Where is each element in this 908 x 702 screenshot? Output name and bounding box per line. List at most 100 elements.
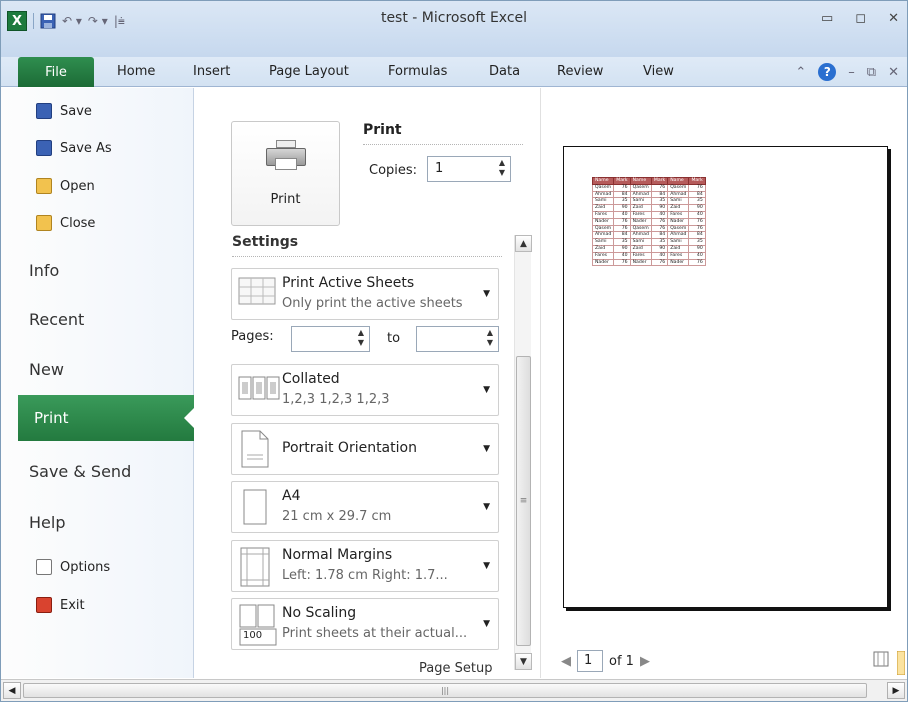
page-setup-link[interactable]: Page Setup [419,661,492,676]
preview-name-cell: Fares [629,210,652,219]
preview-mark-cell: 90 [613,204,631,212]
preview-page: Name Mark Name Mark Name Mark Qasem 76 Qasem 76 Q… [563,146,888,608]
nav-new[interactable]: New [29,360,64,379]
preview-name-cell: Nader [591,258,615,267]
collation-title: Collated [282,371,340,387]
tab-review[interactable]: Review [557,64,603,79]
spinner-arrows-icon[interactable]: ▲ ▼ [499,158,505,178]
print-what-dropdown[interactable]: Print Active Sheets Only print the activ… [231,268,499,320]
scaling-subtitle: Print sheets at their actual... [282,626,468,641]
tab-view[interactable]: View [643,64,674,79]
maximize-icon[interactable]: ◻ [855,11,866,26]
tab-insert[interactable]: Insert [193,64,230,79]
pages-to-input[interactable]: ▲ ▼ [416,326,499,352]
settings-scrollbar[interactable]: ▲ ≡ ▼ [514,235,532,670]
horizontal-scrollbar[interactable]: ◀ ||| ▶ [1,679,907,701]
margins-icon [240,547,270,587]
help-icon[interactable]: ? [818,63,837,81]
nav-exit-label: Exit [60,597,85,613]
window-title: test - Microsoft Excel [380,10,528,26]
close-icon[interactable]: ✕ [888,11,899,26]
print-settings-pane: Print Print Copies: 1 ▲ ▼ Settings Print … [195,88,539,678]
preview-table-row: Fares 40 Fares 40 Fares 40 [591,251,706,260]
minimize-icon[interactable]: ▭ [821,11,833,26]
tab-data[interactable]: Data [489,64,520,79]
next-page-icon[interactable]: ▶ [640,654,650,669]
current-page-input[interactable]: 1 [577,650,603,672]
margins-title: Normal Margins [282,547,393,563]
preview-mark-cell: 40 [650,210,669,219]
preview-mark-cell: 76 [613,224,631,233]
preview-mark-cell: 76 [613,258,631,267]
print-heading: Print [363,122,402,138]
preview-header-cell: Name [591,177,615,185]
scroll-up-icon[interactable]: ▲ [515,235,532,252]
tab-page-layout[interactable]: Page Layout [269,64,349,79]
scroll-right-icon[interactable]: ▶ [887,682,905,699]
scaling-title: No Scaling [282,605,357,621]
preview-name-cell: Fares [629,251,652,260]
preview-name-cell: Qasem [629,183,652,192]
scroll-down-icon[interactable]: ▼ [515,653,532,670]
show-margins-icon[interactable] [873,651,889,667]
nav-options[interactable]: Options [36,559,110,575]
nav-open[interactable]: Open [36,178,95,194]
preview-name-cell: Qasem [667,224,690,233]
scroll-left-icon[interactable]: ◀ [3,682,21,699]
chevron-down-icon: ▼ [483,444,490,454]
preview-mark-cell: 76 [650,217,669,226]
nav-recent[interactable]: Recent [29,310,84,329]
print-button[interactable]: Print [231,121,340,226]
nav-info[interactable]: Info [29,261,59,280]
preview-table-row: Zaid 90 Zaid 90 Zaid 90 [591,204,706,212]
preview-mark-cell: 35 [650,238,669,246]
pages-from-input[interactable]: ▲ ▼ [291,326,370,352]
preview-mark-cell: 76 [650,183,669,192]
preview-mark-cell: 90 [688,204,706,212]
tab-file[interactable]: File [18,57,94,87]
save-icon [36,103,52,119]
print-preview-pane: Name Mark Name Mark Name Mark Qasem 76 Qasem 76 Q… [540,88,907,678]
nav-print[interactable]: Print [18,395,194,441]
tab-formulas[interactable]: Formulas [388,64,447,79]
collation-dropdown[interactable]: Collated 1,2,3 1,2,3 1,2,3 ▼ [231,364,499,416]
minimize-ribbon-icon[interactable]: ⌃ [795,65,806,80]
preview-name-cell: Sami [667,197,690,206]
nav-save[interactable]: Save [36,103,92,119]
preview-name-cell: Fares [667,210,690,219]
nav-print-label: Print [34,409,69,427]
preview-mark-cell: 84 [688,231,706,240]
prev-page-icon[interactable]: ◀ [561,654,571,669]
scaling-dropdown[interactable]: 100 No Scaling Print sheets at their act… [231,598,499,650]
preview-table-row: Ahmad 84 Ahmad 84 Ahmad 84 [591,231,706,240]
nav-save-send[interactable]: Save & Send [29,462,131,481]
margins-dropdown[interactable]: Normal Margins Left: 1.78 cm Right: 1.7.… [231,540,499,592]
paper-size-dropdown[interactable]: A4 21 cm x 29.7 cm ▼ [231,481,499,533]
save-as-icon [36,140,52,156]
doc-minimize-icon[interactable]: – [848,65,855,80]
preview-table: Name Mark Name Mark Name Mark Qasem 76 Qasem 76 Q… [591,177,706,267]
pages-to-label: to [387,331,401,346]
zoom-to-page-icon[interactable] [897,651,905,675]
copies-spinner[interactable]: 1 ▲ ▼ [427,156,511,182]
scroll-thumb[interactable]: ≡ [516,356,531,646]
preview-name-cell: Ahmad [667,231,690,240]
preview-name-cell: Zaid [629,204,652,212]
doc-close-icon[interactable]: ✕ [888,65,899,80]
doc-restore-icon[interactable]: ⧉ [867,65,876,80]
tab-home[interactable]: Home [117,64,155,79]
spinner-arrows-icon[interactable]: ▲ ▼ [358,328,364,348]
preview-name-cell: Zaid [591,244,615,253]
preview-mark-cell: 84 [613,190,631,199]
preview-name-cell: Nader [667,217,690,226]
nav-close[interactable]: Close [36,215,95,231]
nav-help[interactable]: Help [29,513,65,532]
orientation-dropdown[interactable]: Portrait Orientation ▼ [231,423,499,475]
spinner-arrows-icon[interactable]: ▲ ▼ [487,328,493,348]
preview-name-cell: Zaid [667,244,690,253]
hscroll-thumb[interactable]: ||| [23,683,867,698]
nav-save-as[interactable]: Save As [36,140,112,156]
nav-options-label: Options [60,559,111,575]
title-bar: X ↶ ▾ ↷ ▾ |⩧ test - Microsoft Excel ▭ ◻ … [1,1,907,57]
nav-exit[interactable]: Exit [36,597,85,613]
